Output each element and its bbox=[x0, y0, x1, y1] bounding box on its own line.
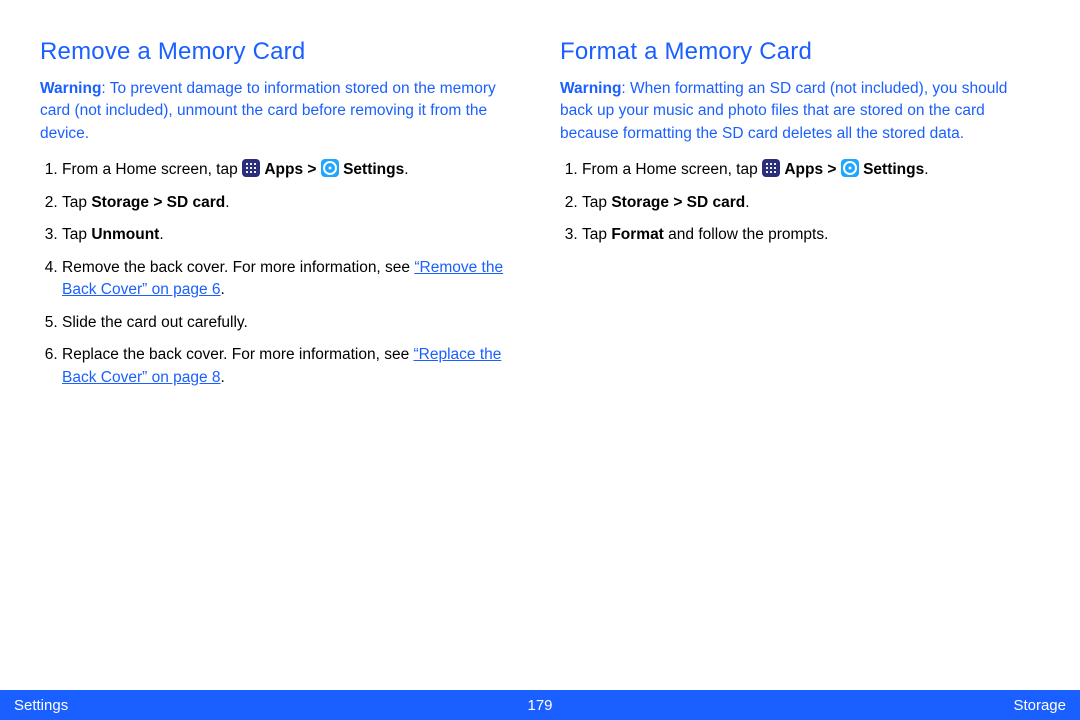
warning-text: : When formatting an SD card (not includ… bbox=[560, 80, 1007, 142]
step-5: Slide the card out carefully. bbox=[62, 312, 520, 334]
step-text: Tap bbox=[62, 194, 91, 211]
heading-remove-memory-card: Remove a Memory Card bbox=[40, 38, 520, 66]
step-3: Tap Format and follow the prompts. bbox=[582, 224, 1040, 246]
step-2: Tap Storage > SD card. bbox=[62, 192, 520, 214]
right-column: Format a Memory Card Warning: When forma… bbox=[560, 38, 1040, 399]
footer-right: Storage bbox=[1013, 697, 1066, 714]
step-text-post: . bbox=[159, 226, 163, 243]
heading-format-memory-card: Format a Memory Card bbox=[560, 38, 1040, 66]
step-4: Remove the back cover. For more informat… bbox=[62, 257, 520, 302]
step-2: Tap Storage > SD card. bbox=[582, 192, 1040, 214]
content-area: Remove a Memory Card Warning: To prevent… bbox=[0, 0, 1080, 399]
step-bold: Format bbox=[611, 226, 664, 243]
warning-label: Warning bbox=[40, 80, 101, 97]
step-bold: Storage > SD card bbox=[91, 194, 225, 211]
step-text-post: . bbox=[225, 194, 229, 211]
settings-label: Settings bbox=[863, 161, 924, 178]
step-bold: Unmount bbox=[91, 226, 159, 243]
footer-left: Settings bbox=[14, 697, 68, 714]
steps-format: From a Home screen, tap Apps > Settings.… bbox=[560, 159, 1040, 246]
step-3: Tap Unmount. bbox=[62, 224, 520, 246]
step-bold: Storage > SD card bbox=[611, 194, 745, 211]
apps-icon bbox=[242, 159, 260, 177]
step-1: From a Home screen, tap Apps > Settings. bbox=[582, 159, 1040, 181]
step-text-post: . bbox=[924, 161, 928, 178]
step-text-post: . bbox=[745, 194, 749, 211]
step-6: Replace the back cover. For more informa… bbox=[62, 344, 520, 389]
warning-remove: Warning: To prevent damage to informatio… bbox=[40, 78, 520, 145]
settings-icon bbox=[841, 159, 859, 177]
step-text: Tap bbox=[62, 226, 91, 243]
step-text-post: and follow the prompts. bbox=[664, 226, 829, 243]
settings-icon bbox=[321, 159, 339, 177]
step-text: Tap bbox=[582, 194, 611, 211]
step-text: Tap bbox=[582, 226, 611, 243]
page: Remove a Memory Card Warning: To prevent… bbox=[0, 0, 1080, 720]
warning-label: Warning bbox=[560, 80, 621, 97]
settings-label: Settings bbox=[343, 161, 404, 178]
step-1: From a Home screen, tap Apps > Settings. bbox=[62, 159, 520, 181]
step-text: Replace the back cover. For more informa… bbox=[62, 346, 414, 363]
left-column: Remove a Memory Card Warning: To prevent… bbox=[40, 38, 520, 399]
step-text-post: . bbox=[221, 369, 225, 386]
apps-icon bbox=[762, 159, 780, 177]
apps-label: Apps > bbox=[264, 161, 320, 178]
step-text-post: . bbox=[221, 281, 225, 298]
apps-label: Apps > bbox=[784, 161, 840, 178]
step-text-post: . bbox=[404, 161, 408, 178]
page-number: 179 bbox=[527, 697, 552, 714]
step-text: Remove the back cover. For more informat… bbox=[62, 259, 414, 276]
step-text: From a Home screen, tap bbox=[62, 161, 242, 178]
warning-format: Warning: When formatting an SD card (not… bbox=[560, 78, 1040, 145]
step-text: From a Home screen, tap bbox=[582, 161, 762, 178]
footer-bar: Settings 179 Storage bbox=[0, 690, 1080, 720]
warning-text: : To prevent damage to information store… bbox=[40, 80, 496, 142]
steps-remove: From a Home screen, tap Apps > Settings.… bbox=[40, 159, 520, 389]
